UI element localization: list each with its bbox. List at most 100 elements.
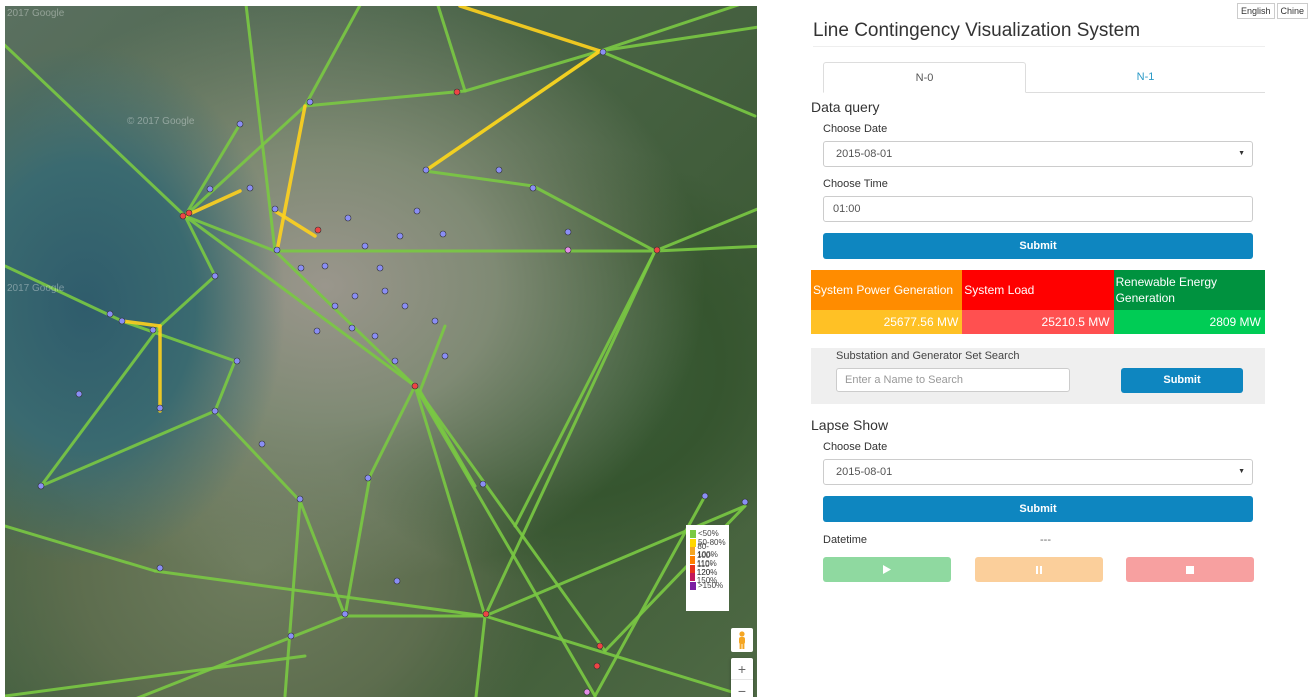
generator-marker[interactable]: [482, 610, 490, 618]
transmission-line[interactable]: [298, 499, 347, 618]
lapse-date-select[interactable]: 2015-08-01 ▼: [823, 459, 1253, 485]
generator-marker[interactable]: [411, 382, 419, 390]
transmission-line[interactable]: [283, 499, 302, 697]
substation-marker[interactable]: [529, 184, 537, 192]
substation-marker[interactable]: [296, 495, 304, 503]
transmission-line[interactable]: [653, 206, 757, 253]
substation-marker[interactable]: [211, 272, 219, 280]
substation-marker[interactable]: [348, 324, 356, 332]
transmission-line[interactable]: [158, 274, 217, 328]
transmission-line[interactable]: [598, 49, 757, 118]
transmission-line[interactable]: [153, 569, 487, 618]
transmission-line[interactable]: [303, 6, 365, 108]
transmission-line[interactable]: [418, 389, 477, 488]
date-select[interactable]: 2015-08-01 ▼: [823, 141, 1253, 167]
transmission-line[interactable]: [368, 384, 417, 478]
transmission-line[interactable]: [598, 6, 757, 53]
generator-marker[interactable]: [653, 246, 661, 254]
transmission-line[interactable]: [653, 244, 757, 253]
substation-marker[interactable]: [306, 98, 314, 106]
generator-marker[interactable]: [596, 642, 604, 650]
transmission-line[interactable]: [474, 614, 487, 697]
substation-marker[interactable]: [344, 214, 352, 222]
substation-marker[interactable]: [431, 317, 439, 325]
substation-marker[interactable]: [396, 232, 404, 240]
substation-marker[interactable]: [233, 357, 241, 365]
search-submit-button[interactable]: Submit: [1121, 368, 1243, 393]
substation-marker[interactable]: [273, 246, 281, 254]
substation-marker[interactable]: [479, 480, 487, 488]
transmission-line[interactable]: [435, 6, 467, 93]
generator-marker[interactable]: [583, 688, 591, 696]
generator-marker[interactable]: [179, 212, 187, 220]
transmission-line[interactable]: [423, 169, 535, 188]
transmission-line[interactable]: [483, 614, 747, 697]
transmission-line[interactable]: [39, 324, 162, 488]
generator-marker[interactable]: [564, 246, 572, 254]
pause-button[interactable]: [975, 557, 1103, 582]
transmission-line[interactable]: [303, 89, 467, 108]
generator-marker[interactable]: [453, 88, 461, 96]
substation-marker[interactable]: [391, 357, 399, 365]
substation-marker[interactable]: [441, 352, 449, 360]
substation-marker[interactable]: [149, 326, 157, 334]
street-view-pegman-icon[interactable]: [731, 628, 753, 652]
substation-marker[interactable]: [376, 264, 384, 272]
substation-marker[interactable]: [75, 390, 83, 398]
zoom-in-button[interactable]: +: [731, 658, 753, 680]
substation-marker[interactable]: [701, 492, 709, 500]
transmission-line[interactable]: [183, 214, 417, 388]
transmission-line[interactable]: [5, 524, 157, 573]
transmission-line[interactable]: [413, 384, 487, 618]
substation-marker[interactable]: [439, 230, 447, 238]
map-view[interactable]: 2017 Google © 2017 Google 2017 Google <5…: [5, 6, 757, 697]
play-button[interactable]: [823, 557, 951, 582]
substation-marker[interactable]: [371, 332, 379, 340]
tab-n0[interactable]: N-0: [823, 62, 1026, 93]
substation-marker[interactable]: [495, 166, 503, 174]
transmission-line[interactable]: [598, 25, 757, 53]
substation-marker[interactable]: [393, 577, 401, 585]
transmission-line[interactable]: [273, 249, 417, 388]
search-input[interactable]: Enter a Name to Search: [836, 368, 1070, 392]
time-input[interactable]: 01:00: [823, 196, 1253, 222]
substation-marker[interactable]: [271, 205, 279, 213]
substation-marker[interactable]: [211, 407, 219, 415]
transmission-line[interactable]: [531, 184, 657, 253]
transmission-line[interactable]: [463, 49, 602, 93]
transmission-line-warning[interactable]: [120, 319, 162, 328]
substation-marker[interactable]: [364, 474, 372, 482]
tab-n1[interactable]: N-1: [1026, 62, 1265, 93]
generator-marker[interactable]: [314, 226, 322, 234]
substation-marker[interactable]: [106, 310, 114, 318]
generator-marker[interactable]: [185, 209, 193, 217]
transmission-line[interactable]: [413, 384, 597, 697]
substation-marker[interactable]: [37, 482, 45, 490]
substation-marker[interactable]: [297, 264, 305, 272]
substation-marker[interactable]: [156, 404, 164, 412]
transmission-line[interactable]: [343, 474, 372, 618]
substation-marker[interactable]: [287, 632, 295, 640]
zoom-out-button[interactable]: −: [731, 680, 753, 697]
substation-marker[interactable]: [258, 440, 266, 448]
transmission-line[interactable]: [483, 249, 657, 618]
substation-marker[interactable]: [156, 564, 164, 572]
substation-marker[interactable]: [422, 166, 430, 174]
transmission-line[interactable]: [213, 359, 237, 413]
transmission-line[interactable]: [418, 324, 447, 393]
substation-marker[interactable]: [381, 287, 389, 295]
substation-marker[interactable]: [361, 242, 369, 250]
substation-marker[interactable]: [206, 185, 214, 193]
language-chinese-button[interactable]: Chine: [1276, 3, 1309, 19]
substation-marker[interactable]: [401, 302, 409, 310]
stop-button[interactable]: [1126, 557, 1254, 582]
substation-marker[interactable]: [741, 498, 749, 506]
transmission-line-warning[interactable]: [423, 49, 602, 173]
substation-marker[interactable]: [341, 610, 349, 618]
transmission-line[interactable]: [125, 614, 347, 697]
substation-marker[interactable]: [321, 262, 329, 270]
data-query-submit-button[interactable]: Submit: [823, 233, 1253, 259]
substation-marker[interactable]: [331, 302, 339, 310]
substation-marker[interactable]: [313, 327, 321, 335]
substation-marker[interactable]: [118, 317, 126, 325]
